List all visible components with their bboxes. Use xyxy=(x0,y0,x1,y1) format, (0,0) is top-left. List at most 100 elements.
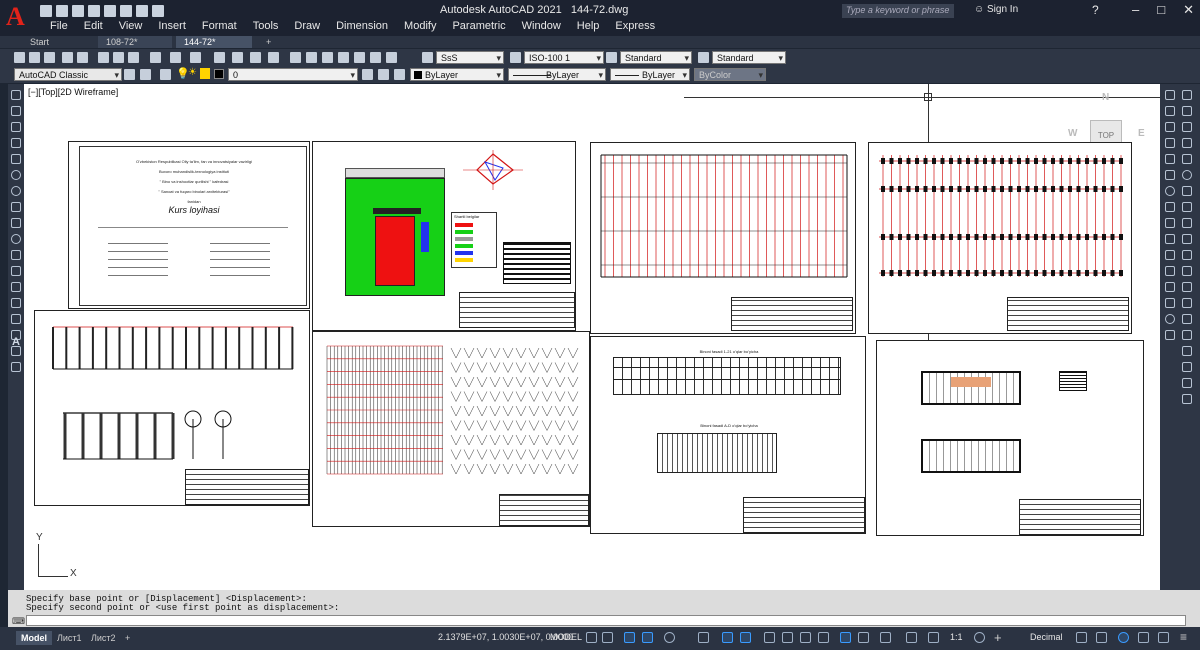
menu-view[interactable]: View xyxy=(111,20,151,32)
zoom-previous-icon[interactable] xyxy=(268,52,279,63)
table-style-select[interactable]: Standard xyxy=(620,51,692,65)
maximize-icon[interactable]: □ xyxy=(1157,2,1165,18)
add-layout-icon[interactable]: + xyxy=(120,631,135,645)
menu-draw[interactable]: Draw xyxy=(286,20,328,32)
plot-icon[interactable] xyxy=(120,5,132,17)
snap-node-icon[interactable] xyxy=(1182,266,1192,276)
sun-icon[interactable]: ☀ xyxy=(188,67,197,78)
linetype-select[interactable]: ByLayer xyxy=(508,68,606,82)
lineweight-icon[interactable] xyxy=(764,632,775,643)
ortho-icon[interactable] xyxy=(642,632,653,643)
quick-properties-icon[interactable] xyxy=(1076,632,1087,643)
erase-icon[interactable] xyxy=(1165,90,1175,100)
osnap-settings-icon[interactable] xyxy=(1182,314,1192,324)
workspace-icon[interactable] xyxy=(140,69,151,80)
search-input[interactable]: Type a keyword or phrase xyxy=(842,4,954,18)
text-style-icon[interactable] xyxy=(422,52,433,63)
menu-help[interactable]: Help xyxy=(569,20,608,32)
open-icon[interactable] xyxy=(29,52,40,63)
open-icon[interactable] xyxy=(56,5,68,17)
menu-file[interactable]: File xyxy=(42,20,76,32)
infer-constraints-icon[interactable] xyxy=(624,632,635,643)
snap-perpendicular-icon[interactable] xyxy=(1182,218,1192,228)
redo-icon[interactable] xyxy=(190,52,201,63)
command-icon[interactable]: ⌨ xyxy=(12,616,25,627)
snap-nearest-icon[interactable] xyxy=(1182,282,1192,292)
table-icon[interactable] xyxy=(11,362,21,372)
offset-icon[interactable] xyxy=(1165,138,1175,148)
close-icon[interactable]: ✕ xyxy=(1183,2,1194,18)
selection-filter-icon[interactable] xyxy=(858,632,869,643)
rotate-icon[interactable] xyxy=(1165,186,1175,196)
menu-edit[interactable]: Edit xyxy=(76,20,111,32)
snap-quadrant-icon[interactable] xyxy=(1182,186,1192,196)
sheet-roof-plan[interactable] xyxy=(312,331,590,527)
sign-in-button[interactable]: ☺ Sign In xyxy=(974,4,1018,15)
annotation-visibility-icon[interactable] xyxy=(906,632,917,643)
array-icon[interactable] xyxy=(1165,154,1175,164)
dim-style-icon[interactable] xyxy=(510,52,521,63)
snap-icon[interactable] xyxy=(602,632,613,643)
menu-express[interactable]: Express xyxy=(607,20,663,32)
snap-tangent-icon[interactable] xyxy=(1182,202,1192,212)
undo-icon[interactable] xyxy=(170,52,181,63)
snap-center-icon[interactable] xyxy=(1182,170,1192,180)
line-icon[interactable] xyxy=(11,90,21,100)
multiline-text-icon[interactable]: A xyxy=(12,336,20,348)
workspace-gear-icon[interactable] xyxy=(974,632,985,643)
pan-icon[interactable] xyxy=(214,52,225,63)
insert-block-icon[interactable] xyxy=(11,266,21,276)
sheet-floor-plan[interactable] xyxy=(590,142,856,334)
break-icon[interactable] xyxy=(1165,266,1175,276)
annotation-scale[interactable]: 1:1 xyxy=(950,632,963,642)
gear-icon[interactable] xyxy=(124,69,135,80)
save-icon[interactable] xyxy=(72,5,84,17)
sheet-cover[interactable]: O'zbekiston Respublikasi Oliy ta'lim, fa… xyxy=(68,141,310,309)
paste-icon[interactable] xyxy=(128,52,139,63)
fillet-icon[interactable] xyxy=(1165,314,1175,324)
point-icon[interactable] xyxy=(11,298,21,308)
menu-tools[interactable]: Tools xyxy=(245,20,287,32)
polyline-icon[interactable] xyxy=(11,122,21,132)
mleader-style-icon[interactable] xyxy=(698,52,709,63)
save-as-icon[interactable] xyxy=(88,5,100,17)
new-icon[interactable] xyxy=(14,52,25,63)
zoom-window-icon[interactable] xyxy=(250,52,261,63)
properties-icon[interactable] xyxy=(290,52,301,63)
copy-icon[interactable] xyxy=(113,52,124,63)
scale-icon[interactable] xyxy=(1165,202,1175,212)
stretch-icon[interactable] xyxy=(1165,218,1175,228)
markup-icon[interactable] xyxy=(354,52,365,63)
sheet-beams-plan[interactable] xyxy=(868,142,1132,334)
customization-icon[interactable]: ≡ xyxy=(1180,630,1187,644)
snap-parallel-icon[interactable] xyxy=(1182,234,1192,244)
match-properties-icon[interactable] xyxy=(150,52,161,63)
graphics-performance-icon[interactable] xyxy=(1138,632,1149,643)
grid-icon[interactable] xyxy=(586,632,597,643)
annotation-monitor-icon[interactable]: + xyxy=(994,630,1002,645)
dimension-angular-icon[interactable] xyxy=(1182,394,1192,404)
layer-select[interactable]: 0 xyxy=(228,68,358,82)
join-icon[interactable] xyxy=(1165,282,1175,292)
polygon-icon[interactable] xyxy=(11,138,21,148)
table-style-icon[interactable] xyxy=(606,52,617,63)
dimension-aligned-icon[interactable] xyxy=(1182,362,1192,372)
tab-model[interactable]: Model xyxy=(16,631,52,645)
copy-object-icon[interactable] xyxy=(1165,106,1175,116)
snap-intersection-icon[interactable] xyxy=(1182,122,1192,132)
tab-start[interactable]: Start xyxy=(22,36,92,48)
tab-layout2[interactable]: Лист2 xyxy=(86,631,121,645)
arc-icon[interactable] xyxy=(11,170,21,180)
sheet-set-icon[interactable] xyxy=(338,52,349,63)
cut-icon[interactable] xyxy=(98,52,109,63)
menu-format[interactable]: Format xyxy=(194,20,245,32)
isolate-objects-icon[interactable] xyxy=(1118,632,1129,643)
3d-osnap-icon[interactable] xyxy=(818,632,829,643)
print-icon[interactable] xyxy=(62,52,73,63)
transparency-icon[interactable] xyxy=(782,632,793,643)
circle-icon[interactable] xyxy=(11,186,21,196)
dimension-radius-icon[interactable] xyxy=(1182,378,1192,388)
color-select[interactable]: ByLayer xyxy=(410,68,504,82)
sheet-interior-plan[interactable] xyxy=(876,340,1144,536)
revision-cloud-icon[interactable] xyxy=(11,202,21,212)
